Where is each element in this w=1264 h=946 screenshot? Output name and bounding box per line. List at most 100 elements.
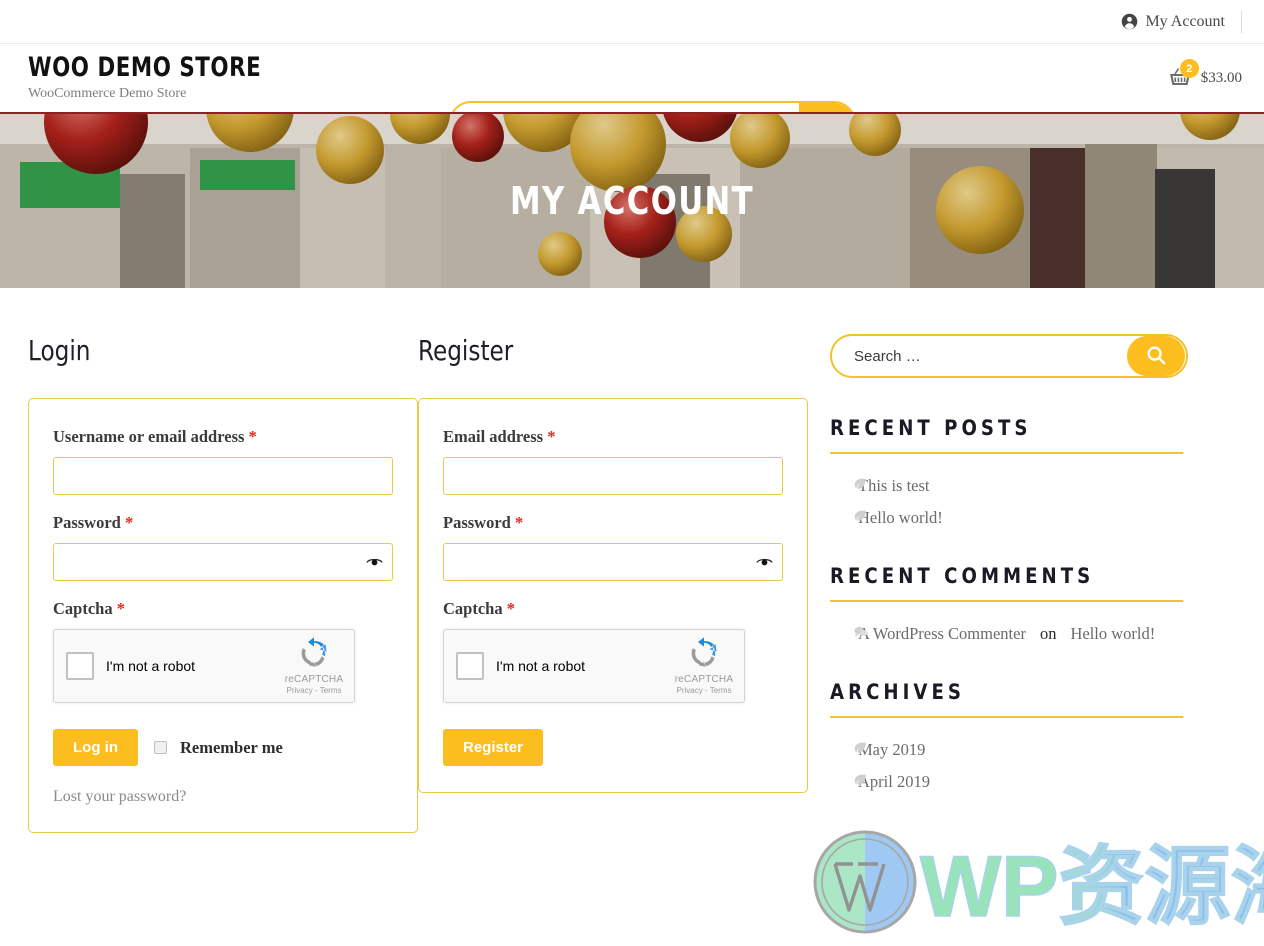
list-item[interactable]: This is test xyxy=(830,470,1198,502)
archives-list: May 2019 April 2019 xyxy=(830,734,1198,798)
leaf-icon xyxy=(854,742,867,753)
widget-title-recent-posts: RECENT POSTS xyxy=(830,416,1184,454)
watermark-text: WP资源海 xyxy=(920,839,1264,935)
recent-comments-list: A WordPress Commenter on Hello world! xyxy=(830,618,1198,650)
login-captcha-label: Captcha * xyxy=(53,599,393,619)
comment-author-link[interactable]: A WordPress Commenter xyxy=(858,624,1026,644)
login-form: Username or email address * Password * C… xyxy=(28,398,418,833)
widget-recent-posts: RECENT POSTS This is test Hello world! xyxy=(830,416,1198,534)
list-item[interactable]: A WordPress Commenter on Hello world! xyxy=(830,618,1198,650)
sidebar-search-form xyxy=(830,334,1188,378)
widget-title-archives: ARCHIVES xyxy=(830,680,1184,718)
widget-title-recent-comments: RECENT COMMENTS xyxy=(830,564,1184,602)
login-password-label: Password * xyxy=(53,513,393,533)
register-heading: Register xyxy=(418,334,514,367)
leaf-icon xyxy=(854,510,867,521)
login-column: Login Username or email address * Passwo… xyxy=(28,288,418,833)
recaptcha-logo-icon xyxy=(297,637,331,671)
eye-icon[interactable] xyxy=(756,557,773,568)
recent-post-link[interactable]: This is test xyxy=(858,476,930,496)
register-column: Register Email address * Password * Capt… xyxy=(418,288,808,833)
site-watermark: WP资源海 xyxy=(812,824,1264,946)
site-tagline: WooCommerce Demo Store xyxy=(28,85,187,101)
recent-posts-list: This is test Hello world! xyxy=(830,470,1198,534)
recaptcha-branding: reCAPTCHA Privacy - Terms xyxy=(670,637,744,695)
login-heading: Login xyxy=(28,334,91,367)
my-account-label: My Account xyxy=(1145,12,1225,30)
recaptcha-legal-text: Privacy - Terms xyxy=(286,686,342,695)
login-password-input[interactable] xyxy=(53,543,393,581)
recaptcha-checkbox[interactable] xyxy=(456,652,484,680)
username-label: Username or email address * xyxy=(53,427,393,447)
recaptcha-legal-text: Privacy - Terms xyxy=(676,686,732,695)
email-label-text: Email address xyxy=(443,427,544,446)
leaf-icon xyxy=(854,774,867,785)
recaptcha-branding: reCAPTCHA Privacy - Terms xyxy=(280,637,354,695)
required-asterisk: * xyxy=(124,513,134,532)
leaf-icon xyxy=(854,478,867,489)
required-asterisk: * xyxy=(248,427,257,446)
login-recaptcha-widget[interactable]: I'm not a robot reCAPTCHA Privacy - Term… xyxy=(53,629,355,703)
sidebar-search-button[interactable] xyxy=(1127,336,1185,376)
login-submit-button[interactable]: Log in xyxy=(53,729,138,766)
email-label: Email address * xyxy=(443,427,783,447)
remember-me-label: Remember me xyxy=(180,737,283,757)
list-item[interactable]: April 2019 xyxy=(830,766,1198,798)
top-bar: My Account xyxy=(0,0,1264,44)
list-item[interactable]: Hello world! xyxy=(830,502,1198,534)
recaptcha-checkbox-label: I'm not a robot xyxy=(496,658,586,674)
site-header: WOO DEMO STORE WooCommerce Demo Store Al… xyxy=(0,44,1264,145)
lost-password-link[interactable]: Lost your password? xyxy=(53,788,186,806)
widget-archives: ARCHIVES May 2019 April 2019 xyxy=(830,680,1198,798)
required-asterisk: * xyxy=(506,599,515,618)
list-item[interactable]: May 2019 xyxy=(830,734,1198,766)
register-password-input[interactable] xyxy=(443,543,783,581)
recaptcha-brand-name: reCAPTCHA xyxy=(284,674,344,685)
site-title: WOO DEMO STORE xyxy=(28,52,262,84)
username-input[interactable] xyxy=(53,457,393,495)
main-content: Login Username or email address * Passwo… xyxy=(0,288,1264,833)
user-circle-icon xyxy=(1121,13,1138,30)
cart-count-badge: 2 xyxy=(1179,59,1199,78)
recaptcha-brand-name: reCAPTCHA xyxy=(674,674,734,685)
cart-total: $33.00 xyxy=(1200,69,1242,86)
cart-widget[interactable]: 2 $33.00 xyxy=(1167,44,1242,112)
my-account-link[interactable]: My Account xyxy=(1121,10,1242,33)
register-password-label: Password * xyxy=(443,513,783,533)
login-password-label-text: Password xyxy=(53,513,121,532)
recaptcha-checkbox-label: I'm not a robot xyxy=(106,658,196,674)
comment-post-link[interactable]: Hello world! xyxy=(1070,624,1155,644)
recaptcha-checkbox[interactable] xyxy=(66,652,94,680)
recent-post-link[interactable]: Hello world! xyxy=(858,508,943,528)
username-label-text: Username or email address xyxy=(53,427,245,446)
recaptcha-logo-icon xyxy=(687,637,721,671)
archive-link[interactable]: May 2019 xyxy=(858,740,925,760)
required-asterisk: * xyxy=(547,427,556,446)
register-form: Email address * Password * Captcha * I'm… xyxy=(418,398,808,793)
remember-me-checkbox[interactable] xyxy=(154,741,167,754)
register-submit-button[interactable]: Register xyxy=(443,729,544,766)
comment-icon xyxy=(854,626,868,638)
required-asterisk: * xyxy=(514,513,524,532)
comment-on-text: on xyxy=(1039,624,1057,643)
archive-link[interactable]: April 2019 xyxy=(858,772,930,792)
page-hero-banner: MY ACCOUNT xyxy=(0,112,1264,288)
register-captcha-label-text: Captcha xyxy=(443,599,503,618)
eye-icon[interactable] xyxy=(366,557,383,568)
widget-recent-comments: RECENT COMMENTS A WordPress Commenter on xyxy=(830,564,1198,650)
page-title: MY ACCOUNT xyxy=(510,179,754,223)
remember-me-toggle[interactable]: Remember me xyxy=(154,738,283,758)
login-captcha-label-text: Captcha xyxy=(53,599,113,618)
sidebar-search-input[interactable] xyxy=(832,336,1127,376)
register-password-label-text: Password xyxy=(443,513,511,532)
basket-icon xyxy=(1167,68,1193,94)
search-icon xyxy=(1145,344,1167,369)
required-asterisk: * xyxy=(116,599,125,618)
email-input[interactable] xyxy=(443,457,783,495)
watermark-graphic: WP资源海 xyxy=(813,830,1264,936)
account-page: My Account WOO DEMO STORE WooCommerce De… xyxy=(0,0,1264,946)
register-recaptcha-widget[interactable]: I'm not a robot reCAPTCHA Privacy - Term… xyxy=(443,629,745,703)
sidebar: RECENT POSTS This is test xyxy=(808,288,1198,833)
site-branding[interactable]: WOO DEMO STORE WooCommerce Demo Store xyxy=(28,52,448,101)
register-captcha-label: Captcha * xyxy=(443,599,783,619)
